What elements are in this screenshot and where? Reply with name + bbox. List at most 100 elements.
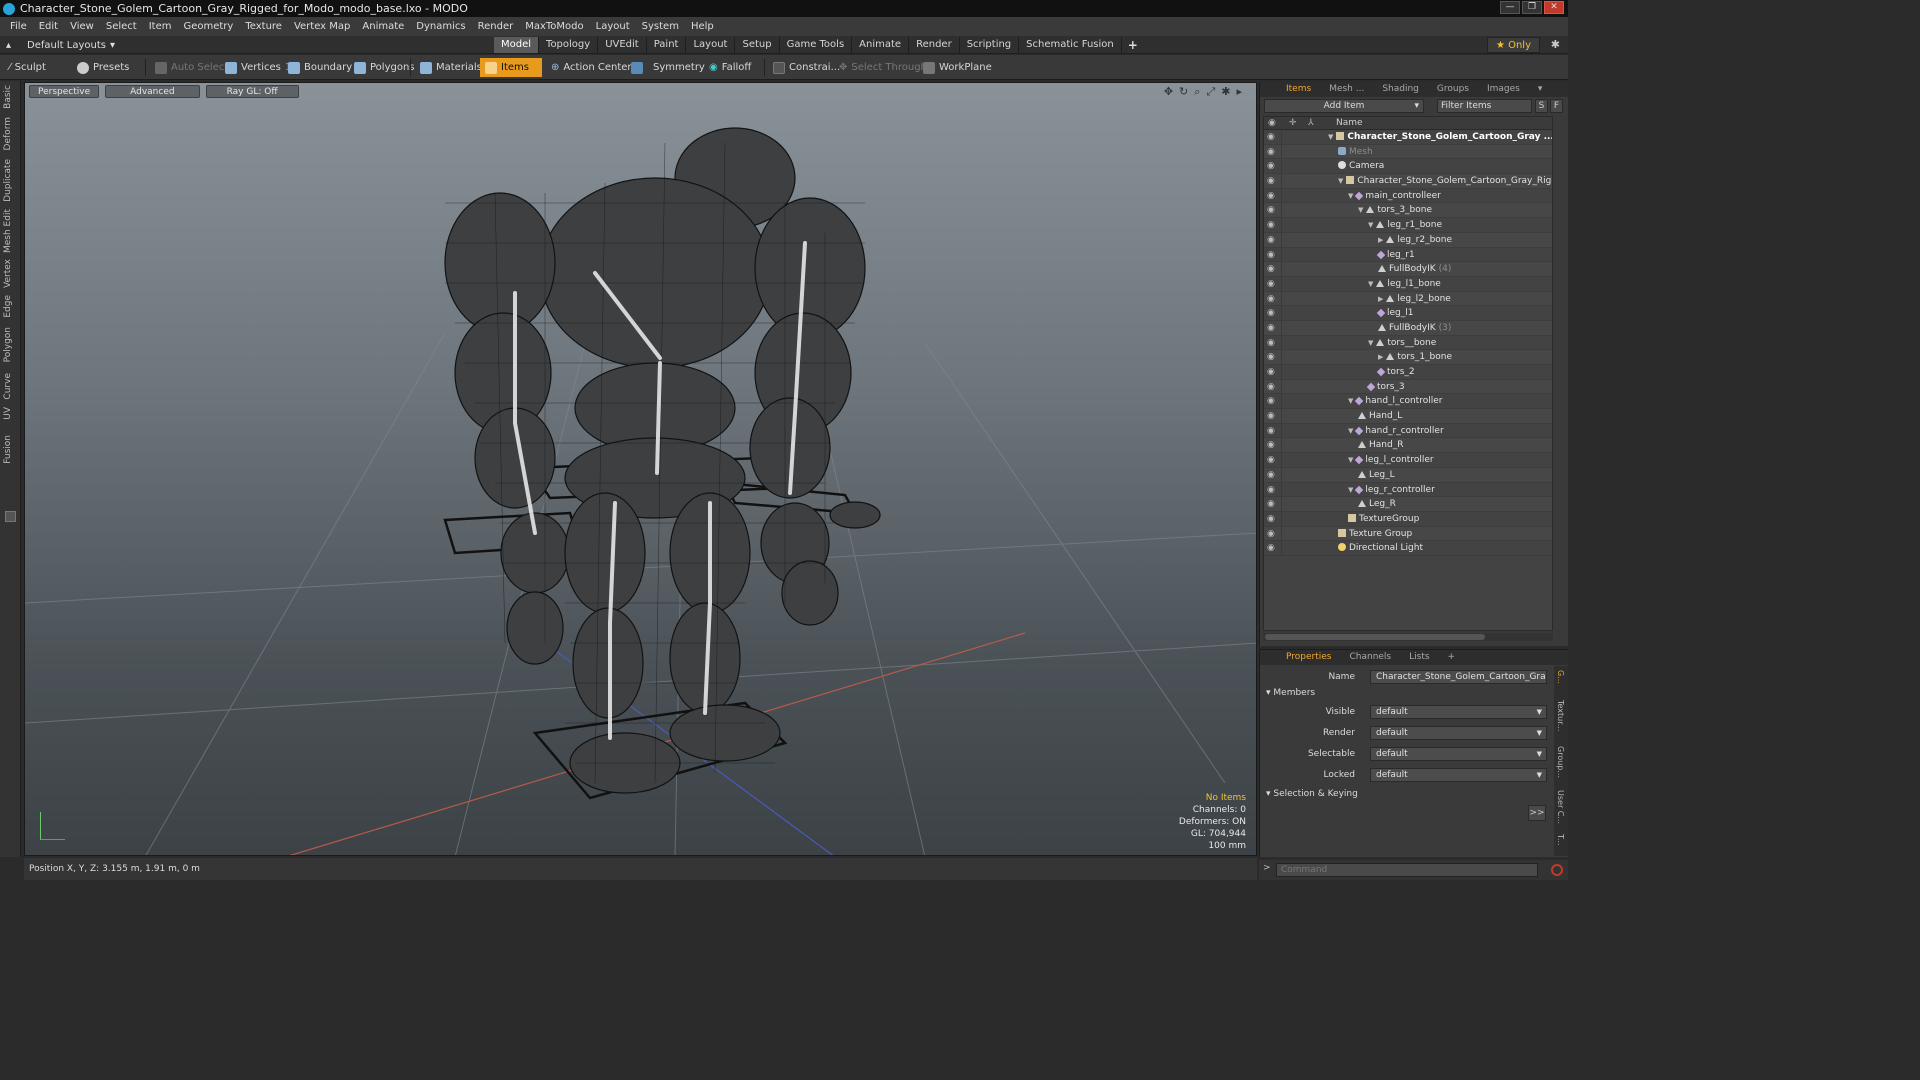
tree-row[interactable]: ◉ ▼ hand_l_controller	[1264, 394, 1552, 410]
visibility-eye-icon[interactable]: ◉	[1267, 292, 1275, 306]
name-field[interactable]: Character_Stone_Golem_Cartoon_Gray_R	[1370, 670, 1547, 684]
tab-basic[interactable]: Basic	[3, 85, 13, 109]
f-button[interactable]: F	[1550, 99, 1563, 113]
visibility-eye-icon[interactable]: ◉	[1267, 277, 1275, 291]
tab-uv[interactable]: UV	[3, 407, 13, 420]
side-tab-texture[interactable]: Textur...	[1556, 700, 1565, 731]
expanded-triangle-icon[interactable]: ▼	[1368, 280, 1373, 288]
workplane-button[interactable]: WorkPlane	[918, 58, 997, 77]
visibility-eye-icon[interactable]: ◉	[1267, 394, 1275, 408]
visibility-eye-icon[interactable]: ◉	[1267, 512, 1275, 526]
tab-vertex[interactable]: Vertex	[3, 259, 13, 288]
minimize-button[interactable]: —	[1500, 1, 1520, 14]
tree-row[interactable]: ◉ Mesh	[1264, 144, 1552, 160]
tabs-overflow-icon[interactable]: ▾	[1530, 82, 1551, 97]
visibility-eye-icon[interactable]: ◉	[1267, 409, 1275, 423]
collapsed-triangle-icon[interactable]: ▶	[1378, 295, 1383, 303]
tab-render[interactable]: Render	[909, 37, 960, 53]
expanded-triangle-icon[interactable]: ▼	[1348, 456, 1353, 464]
side-tab-g[interactable]: G...	[1556, 670, 1565, 684]
view-mode-button[interactable]: Perspective	[29, 85, 100, 98]
falloff-button[interactable]: ◉ Falloff	[704, 58, 756, 77]
menu-geometry[interactable]: Geometry	[177, 17, 239, 36]
visibility-eye-icon[interactable]: ◉	[1267, 174, 1275, 188]
visibility-eye-icon[interactable]: ◉	[1267, 321, 1275, 335]
advanced-button[interactable]: Advanced	[105, 85, 200, 98]
tree-row[interactable]: ◉ leg_l1	[1264, 306, 1552, 321]
tree-row[interactable]: ◉ ▼ tors__bone	[1264, 335, 1552, 351]
panel-toggle-icon[interactable]	[5, 511, 16, 522]
menu-system[interactable]: System	[636, 17, 685, 36]
expanded-triangle-icon[interactable]: ▼	[1348, 192, 1353, 200]
tree-row[interactable]: ◉ Hand_L	[1264, 409, 1552, 424]
rotate-icon[interactable]: ↻	[1179, 85, 1188, 99]
tab-setup[interactable]: Setup	[735, 37, 780, 53]
tree-row[interactable]: ◉ ▼ hand_r_controller	[1264, 423, 1552, 439]
tree-row[interactable]: ◉ ▼ tors_3_bone	[1264, 203, 1552, 219]
tab-shading[interactable]: Shading	[1374, 82, 1427, 97]
menu-view[interactable]: View	[64, 17, 100, 36]
command-input[interactable]	[1276, 863, 1538, 877]
tree-row[interactable]: ◉ FullBodyIK (3)	[1264, 320, 1552, 336]
tree-row[interactable]: ◉ tors_3	[1264, 379, 1552, 395]
visible-select[interactable]: default ▼	[1370, 705, 1547, 719]
raygl-button[interactable]: Ray GL: Off	[205, 85, 299, 98]
close-button[interactable]: ✕	[1544, 1, 1564, 14]
viewport-3d[interactable]: Perspective Advanced Ray GL: Off ✥ ↻ ⌕ ⤢…	[24, 82, 1257, 856]
visibility-eye-icon[interactable]: ◉	[1267, 218, 1275, 232]
menu-dynamics[interactable]: Dynamics	[410, 17, 471, 36]
tab-duplicate[interactable]: Duplicate	[3, 159, 13, 202]
menu-help[interactable]: Help	[685, 17, 720, 36]
record-icon[interactable]	[1551, 864, 1563, 876]
tab-mesh[interactable]: Mesh ...	[1321, 82, 1372, 97]
visibility-eye-icon[interactable]: ◉	[1267, 527, 1275, 541]
default-layouts-dropdown[interactable]: ▴ Default Layouts ▾	[6, 37, 115, 53]
gear-icon[interactable]: ✱	[1551, 38, 1560, 51]
menu-render[interactable]: Render	[472, 17, 520, 36]
tree-row[interactable]: ◉ Hand_R	[1264, 438, 1552, 454]
side-tab-group[interactable]: Group...	[1556, 746, 1565, 778]
tab-polygon[interactable]: Polygon	[3, 327, 13, 362]
tab-topology[interactable]: Topology	[539, 37, 599, 53]
tree-row[interactable]: ◉ Camera	[1264, 159, 1552, 175]
viewport-menu-icon[interactable]: ▸	[1236, 85, 1242, 99]
s-button[interactable]: S	[1535, 99, 1548, 113]
materials-button[interactable]: Materials	[415, 58, 487, 77]
menu-maxtomodo[interactable]: MaxToModo	[519, 17, 589, 36]
tab-channels[interactable]: Channels	[1341, 650, 1399, 665]
add-tab-button[interactable]: +	[1440, 650, 1464, 665]
tab-deform[interactable]: Deform	[3, 117, 13, 150]
menu-texture[interactable]: Texture	[239, 17, 288, 36]
fit-icon[interactable]: ⤢	[1206, 85, 1215, 99]
only-button[interactable]: ★ Only	[1486, 37, 1540, 53]
tree-row[interactable]: ◉ Directional Light	[1264, 541, 1552, 556]
tree-row[interactable]: ◉ TextureGroup	[1264, 511, 1552, 527]
polygons-button[interactable]: Polygons	[349, 58, 420, 77]
symmetry-button[interactable]: Symmetry	[626, 58, 710, 77]
expand-button[interactable]: >>	[1528, 805, 1546, 821]
tree-row[interactable]: ◉ leg_r1	[1264, 247, 1552, 263]
tab-mesh-edit[interactable]: Mesh Edit	[3, 209, 13, 253]
visibility-eye-icon[interactable]: ◉	[1267, 497, 1275, 511]
tab-model[interactable]: Model	[494, 37, 540, 53]
tab-scripting[interactable]: Scripting	[960, 37, 1020, 53]
visibility-eye-icon[interactable]: ◉	[1267, 262, 1275, 276]
visibility-eye-icon[interactable]: ◉	[1267, 189, 1275, 203]
expanded-triangle-icon[interactable]: ▼	[1358, 206, 1363, 214]
visibility-eye-icon[interactable]: ◉	[1267, 203, 1275, 217]
collapsed-triangle-icon[interactable]: ▶	[1378, 353, 1383, 361]
tab-paint[interactable]: Paint	[647, 37, 687, 53]
render-select[interactable]: default ▼	[1370, 726, 1547, 740]
pan-icon[interactable]: ✥	[1164, 85, 1173, 99]
add-item-button[interactable]: Add Item ▾	[1264, 99, 1424, 113]
tab-schematic-fusion[interactable]: Schematic Fusion	[1019, 37, 1122, 53]
tree-row[interactable]: ◉ Leg_R	[1264, 497, 1552, 512]
expanded-triangle-icon[interactable]: ▼	[1368, 221, 1373, 229]
visibility-eye-icon[interactable]: ◉	[1267, 365, 1275, 379]
visibility-eye-icon[interactable]: ◉	[1267, 468, 1275, 482]
visibility-eye-icon[interactable]: ◉	[1267, 380, 1275, 394]
visibility-eye-icon[interactable]: ◉	[1267, 233, 1275, 247]
visibility-eye-icon[interactable]: ◉	[1267, 130, 1275, 144]
zoom-icon[interactable]: ⌕	[1194, 85, 1200, 99]
collapsed-triangle-icon[interactable]: ▶	[1378, 236, 1383, 244]
